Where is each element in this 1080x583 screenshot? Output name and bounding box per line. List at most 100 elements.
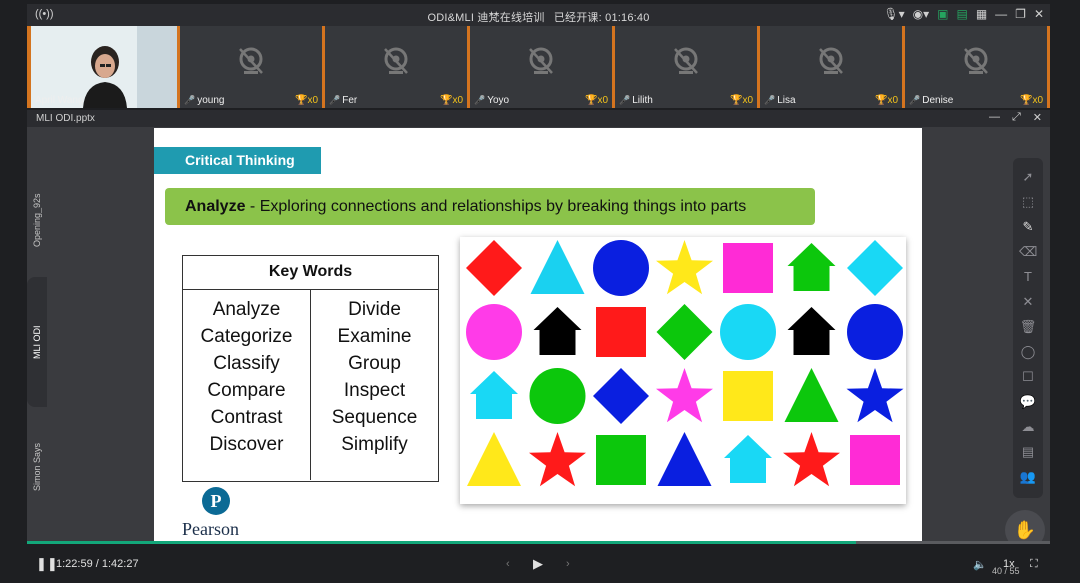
- square-shape: [723, 371, 773, 421]
- trophy-count: 🏆x0: [439, 95, 463, 106]
- key-word: Group: [348, 353, 401, 374]
- participant-tile[interactable]: 🎤 Lilith 🏆x0: [615, 26, 757, 108]
- document-controls: — ⤢ ✕: [989, 111, 1042, 124]
- document-tabs: Opening_92s MLI ODI Simon Says: [27, 127, 47, 541]
- participant-tile[interactable]: 🎤 Fer 🏆x0: [325, 26, 467, 108]
- trash-icon[interactable]: 🗑: [1019, 318, 1037, 335]
- participant-tile[interactable]: 🎤 Denise 🏆x0: [905, 26, 1047, 108]
- presenter-video: [83, 46, 127, 108]
- camera-off-icon: [819, 47, 843, 74]
- note-icon[interactable]: ☐: [1019, 368, 1037, 385]
- tab-simon-says[interactable]: Simon Says: [27, 427, 47, 507]
- volume-icon[interactable]: 🔈: [973, 558, 987, 571]
- shape-icon[interactable]: ◯: [1019, 343, 1037, 360]
- chat-icon[interactable]: ▤: [956, 7, 967, 21]
- circle-shape: [529, 368, 586, 424]
- key-word: Divide: [348, 299, 401, 320]
- select-icon[interactable]: ⬚: [1019, 193, 1037, 210]
- video-strip: April Wang 🎤 young 🏆x0 🎤 Fer 🏆x0 🎤 Yoyo 🏆x0…: [27, 26, 1050, 108]
- minimize-icon[interactable]: —: [989, 111, 1000, 124]
- key-word: Categorize: [200, 326, 293, 347]
- square-shape: [596, 435, 646, 485]
- minimize-icon[interactable]: —: [995, 7, 1007, 21]
- participant-tile[interactable]: 🎤 young 🏆x0: [180, 26, 322, 108]
- participant-name: 🎤 young: [184, 95, 225, 106]
- key-word: Inspect: [343, 380, 406, 401]
- square-shape: [596, 307, 646, 357]
- pearson-logo: P Pearson: [182, 487, 262, 541]
- circle-shape: [466, 304, 522, 360]
- triangle-shape: [657, 432, 712, 486]
- cloud-icon[interactable]: ☁: [1019, 418, 1037, 435]
- tab-mli-odi[interactable]: MLI ODI: [27, 277, 47, 407]
- play-icon[interactable]: ▶: [533, 556, 543, 572]
- star-shape: [656, 240, 713, 295]
- annotation-toolbar: ➚ ⬚ ✎ ⌫ T ✕ 🗑 ◯ ☐ 💬 ☁ ▤ 👥: [1013, 158, 1043, 498]
- presentation-slide: Critical Thinking Analyze - Exploring co…: [154, 128, 922, 541]
- participant-name: 🎤 Denise: [909, 95, 954, 106]
- key-words-table: Key Words Analyze Categorize Classify Co…: [182, 255, 439, 482]
- key-word: Sequence: [331, 407, 418, 428]
- triangle-shape: [467, 432, 521, 486]
- delete-icon[interactable]: ✕: [1019, 293, 1037, 310]
- participant-tile[interactable]: 🎤 Lisa 🏆x0: [760, 26, 902, 108]
- trophy-count: 🏆x0: [294, 95, 318, 106]
- key-words-right-column: Divide Examine Group Inspect Sequence Si…: [310, 290, 438, 480]
- camera-off-icon: [964, 47, 988, 74]
- camera-off-icon: [239, 47, 263, 74]
- eraser-icon[interactable]: ⌫: [1019, 243, 1037, 260]
- house-shape: [533, 307, 582, 355]
- key-word: Examine: [337, 326, 412, 347]
- close-icon[interactable]: ✕: [1033, 111, 1042, 124]
- tab-opening[interactable]: Opening_92s: [27, 175, 47, 265]
- fullscreen-icon[interactable]: ⤢: [1012, 111, 1021, 124]
- progress-fill: [27, 541, 856, 544]
- key-word: Simplify: [341, 434, 408, 455]
- pen-icon[interactable]: ✎: [1019, 218, 1037, 235]
- diamond-shape: [656, 304, 713, 360]
- shapes-image: [460, 237, 906, 504]
- circle-shape: [847, 304, 903, 360]
- triangle-shape: [784, 368, 839, 422]
- camera-dropdown-icon[interactable]: ◉▾: [913, 7, 930, 21]
- key-word: Discover: [209, 434, 284, 455]
- participant-tile[interactable]: 🎤 Yoyo 🏆x0: [470, 26, 612, 108]
- circle-shape: [593, 240, 649, 296]
- house-shape: [787, 243, 836, 291]
- restore-icon[interactable]: ❐: [1015, 7, 1026, 21]
- app-window: ((•)) ODI&MLI 迪梵在线培训 已经开课: 01:16:40 🎙▾ ◉…: [0, 0, 1080, 583]
- fullscreen-icon[interactable]: ⛶: [1030, 558, 1038, 571]
- progress-bar[interactable]: [27, 541, 1050, 544]
- trophy-count: 🏆x0: [1019, 95, 1043, 106]
- triangle-shape: [530, 240, 585, 294]
- screen-share-icon[interactable]: ▣: [937, 7, 948, 21]
- pause-icon[interactable]: ❚❚: [36, 556, 58, 572]
- square-shape: [850, 435, 900, 485]
- participant-name: 🎤 Yoyo: [474, 95, 510, 106]
- next-icon[interactable]: ›: [566, 558, 570, 570]
- key-words-left-column: Analyze Categorize Classify Compare Cont…: [183, 290, 310, 480]
- users-icon[interactable]: 👥: [1019, 468, 1037, 485]
- star-shape: [529, 432, 586, 487]
- previous-icon[interactable]: ‹: [506, 558, 510, 570]
- key-word: Analyze: [212, 299, 281, 320]
- text-icon[interactable]: T: [1019, 268, 1037, 285]
- key-word: Compare: [207, 380, 286, 401]
- toolbox-icon[interactable]: ▤: [1019, 443, 1037, 460]
- pointer-icon[interactable]: ➚: [1019, 168, 1037, 185]
- participant-name: 🎤 Lisa: [764, 95, 796, 106]
- mic-dropdown-icon[interactable]: 🎙▾: [883, 7, 904, 21]
- pearson-logo-icon: P: [202, 487, 230, 515]
- close-icon[interactable]: ✕: [1034, 7, 1044, 21]
- key-words-header: Key Words: [183, 256, 438, 290]
- analyze-description: - Exploring connections and relationship…: [245, 198, 747, 215]
- star-shape: [656, 368, 713, 423]
- participant-tile[interactable]: April Wang: [31, 26, 177, 108]
- key-word: Contrast: [210, 407, 283, 428]
- house-shape: [724, 435, 772, 483]
- analyze-term: Analyze: [185, 198, 246, 215]
- comment-icon[interactable]: 💬: [1019, 393, 1037, 410]
- grid-layout-icon[interactable]: ▦: [976, 7, 987, 21]
- document-name: MLI ODI.pptx: [36, 113, 95, 124]
- player-bar: ❚❚ 1:22:59 / 1:42:27 ‹ ▶ › 🔈 1x ⛶ 40 / 5…: [0, 541, 1080, 583]
